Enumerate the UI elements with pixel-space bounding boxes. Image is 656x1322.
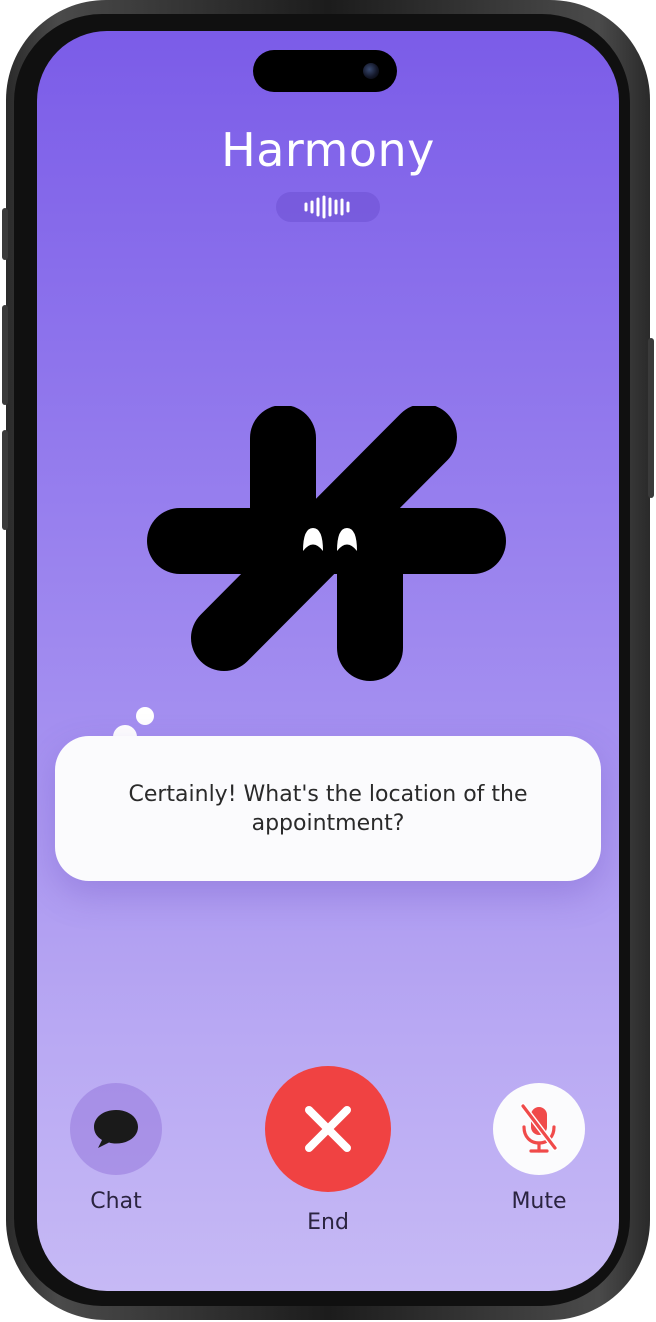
dynamic-island <box>253 50 397 92</box>
mute-control: Mute <box>493 1083 585 1214</box>
end-call-control: End <box>264 1066 392 1235</box>
chat-button[interactable] <box>70 1083 162 1175</box>
voice-activity-indicator <box>276 192 380 222</box>
voice-waveform-icon <box>304 195 350 219</box>
chat-bubble-icon <box>94 1110 138 1148</box>
microphone-muted-icon <box>520 1103 558 1153</box>
mute-label: Mute <box>511 1189 567 1214</box>
front-camera-icon <box>363 63 379 79</box>
assistant-message: Certainly! What's the location of the ap… <box>128 781 528 836</box>
call-screen: Harmony Certainly! What's the location o… <box>37 31 619 1291</box>
chat-control: Chat <box>70 1083 162 1214</box>
action-button <box>2 208 8 260</box>
volume-up-button <box>2 305 8 405</box>
volume-down-button <box>2 430 8 530</box>
assistant-speech-bubble: Certainly! What's the location of the ap… <box>55 736 601 881</box>
mute-button[interactable] <box>493 1083 585 1175</box>
chat-label: Chat <box>90 1189 142 1214</box>
end-label: End <box>307 1210 349 1235</box>
close-icon <box>305 1106 351 1152</box>
power-button <box>648 338 654 498</box>
end-call-button[interactable] <box>265 1066 391 1192</box>
thought-dot <box>136 707 154 725</box>
caller-name: Harmony <box>221 123 435 177</box>
hash-mascot-icon <box>147 406 506 681</box>
